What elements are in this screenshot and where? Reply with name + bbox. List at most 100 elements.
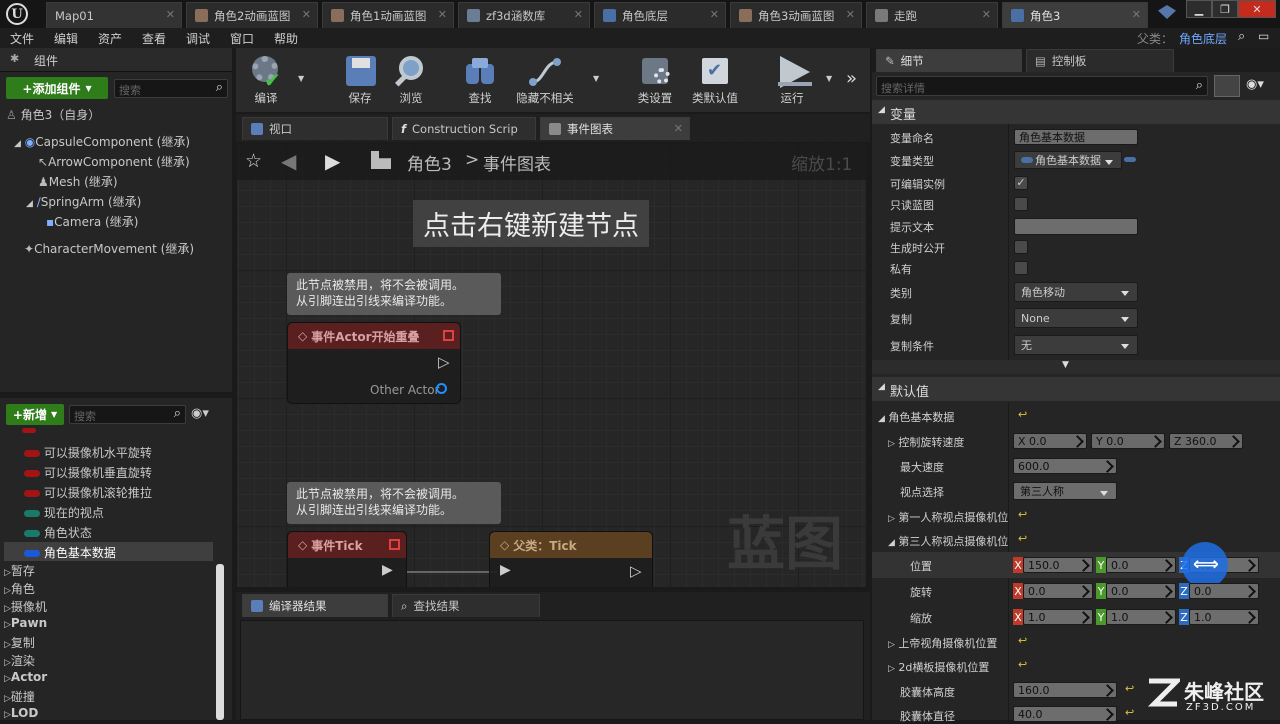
variable-item[interactable]: 现在的视点 [24, 504, 104, 521]
tab-anim-bp-3[interactable]: 角色3动画蓝图 ✕ [730, 2, 862, 28]
tab-anim-bp-1[interactable]: 角色1动画蓝图 ✕ [322, 2, 454, 28]
class-settings-button[interactable]: 类设置 [625, 50, 685, 110]
reset-to-default-icon[interactable]: ↩ [1125, 706, 1134, 719]
scale-z-input[interactable]: 1.0 [1189, 609, 1259, 625]
scale-y-input[interactable]: 1.0 [1106, 609, 1176, 625]
restore-button[interactable]: ❐ [1212, 0, 1238, 18]
tab-anim-bp-2[interactable]: 角色2动画蓝图 ✕ [186, 2, 318, 28]
component-movement[interactable]: ✦CharacterMovement (继承) [24, 240, 194, 257]
eye-icon[interactable]: ◉▾ [1246, 77, 1264, 92]
class-defaults-button[interactable]: ✔ 类默认值 [685, 50, 745, 110]
close-icon[interactable]: ✕ [710, 8, 719, 21]
var-name-input[interactable]: 角色基本数据 [1014, 129, 1138, 145]
tab-find-results[interactable]: ⌕ 查找结果 [392, 594, 540, 617]
close-icon[interactable]: ✕ [302, 8, 311, 21]
tab-map01[interactable]: Map01 ✕ [46, 2, 182, 28]
grid-view-icon[interactable] [1214, 75, 1240, 97]
exec-pin-icon[interactable]: ▷ [438, 353, 450, 371]
rotation-rate-y[interactable]: Y 0.0 [1091, 433, 1165, 449]
expand-arrow-icon[interactable]: ▷ [888, 514, 895, 524]
tab-function-library[interactable]: zf3d涵数库 ✕ [458, 2, 590, 28]
tab-palette[interactable]: ▤ 控制板 [1026, 49, 1174, 72]
tab-event-graph[interactable]: 事件图表 ✕ [540, 117, 690, 140]
exec-out-pin-icon[interactable]: ▷ [630, 562, 642, 580]
capsule-height-input[interactable]: 160.0 [1013, 682, 1117, 698]
section-default-value[interactable]: ◢ 默认值 [872, 377, 1280, 401]
event-begin-overlap-node[interactable]: ◇ 事件Actor开始重叠 ▷ Other Actor [287, 322, 461, 404]
expand-arrow-icon[interactable]: ▷ [888, 664, 895, 674]
category-item[interactable]: ▷Actor [4, 670, 47, 684]
var-type-dropdown[interactable]: 角色基本数据 [1014, 151, 1122, 169]
details-search-input[interactable]: 搜索详情 ⌕ [876, 76, 1208, 96]
forward-arrow-icon[interactable]: ▶ [325, 149, 340, 173]
menu-asset[interactable]: 资产 [98, 30, 122, 47]
object-pin-icon[interactable] [436, 383, 447, 394]
variable-item[interactable]: 角色状态 [24, 524, 92, 541]
add-new-button[interactable]: +新增 ▼ [6, 404, 64, 425]
expose-on-spawn-checkbox[interactable] [1014, 240, 1028, 254]
event-graph-canvas[interactable]: ☆ ◀ ▶ 角色3 > 事件图表 缩放1:1 点击右键新建节点 蓝图 此节点被禁… [237, 142, 866, 587]
parent-class-link[interactable]: 角色底层 [1179, 30, 1227, 47]
close-icon[interactable]: ✕ [166, 8, 175, 21]
browse-button[interactable]: 浏览 [381, 50, 441, 110]
reset-to-default-icon[interactable]: ↩ [1018, 408, 1027, 421]
scrollbar-thumb[interactable] [216, 564, 224, 720]
expand-arrow-icon[interactable]: ▷ [888, 439, 895, 449]
rotation-y-input[interactable]: 0.0 [1106, 583, 1176, 599]
component-camera[interactable]: ▪Camera (继承) [46, 213, 138, 230]
compile-button[interactable]: ✔ 编译 [236, 50, 296, 110]
component-arrow[interactable]: ↖ArrowComponent (继承) [38, 153, 190, 170]
reset-to-default-icon[interactable]: ↩ [1018, 508, 1027, 521]
section-variable[interactable]: ◢ 变量 [872, 100, 1280, 124]
eye-icon[interactable]: ◉▾ [191, 406, 209, 421]
close-icon[interactable]: ✕ [574, 8, 583, 21]
rotation-z-input[interactable]: 0.0 [1189, 583, 1259, 599]
location-y-input[interactable]: 0.0 [1106, 557, 1176, 573]
tab-walk-run[interactable]: 走跑 ✕ [866, 2, 998, 28]
find-button[interactable]: 查找 [450, 50, 510, 110]
category-item[interactable]: ▷LOD [4, 706, 38, 720]
tab-viewport[interactable]: 视口 [242, 117, 388, 140]
close-icon[interactable]: ✕ [1132, 8, 1141, 21]
close-icon[interactable]: ✕ [846, 8, 855, 21]
variable-item[interactable]: 可以摄像机垂直旋转 [24, 464, 152, 481]
star-icon[interactable]: ☆ [245, 150, 262, 172]
category-item[interactable]: ▷碰撞 [4, 688, 35, 705]
rotation-x-input[interactable]: 0.0 [1023, 583, 1093, 599]
reset-to-default-icon[interactable]: ↩ [1125, 682, 1134, 695]
minimize-button[interactable]: ▁ [1186, 0, 1212, 18]
tab-character-base[interactable]: 角色底层 ✕ [594, 2, 726, 28]
parent-tick-node[interactable]: ◇ 父类：Tick ▶ ▷ [489, 531, 653, 587]
tooltip-input[interactable] [1014, 218, 1138, 235]
delegate-pin-icon[interactable] [443, 330, 454, 341]
category-item[interactable]: ▷摄像机 [4, 598, 47, 615]
reset-to-default-icon[interactable]: ↩ [1018, 634, 1027, 647]
collapse-arrow-icon[interactable]: ◢ [888, 538, 895, 548]
play-button[interactable]: 运行 [762, 50, 822, 110]
chevron-down-icon[interactable]: ▼ [298, 74, 304, 83]
hide-unrelated-button[interactable]: 隐藏不相关 [510, 50, 580, 110]
category-item[interactable]: ▷Pawn [4, 616, 47, 630]
replication-dropdown[interactable]: None [1014, 308, 1138, 328]
category-item[interactable]: ▷角色 [4, 580, 35, 597]
rotation-rate-z[interactable]: Z 360.0 [1169, 433, 1243, 449]
menu-file[interactable]: 文件 [10, 30, 34, 47]
tab-details[interactable]: ✎ 细节 [876, 49, 1022, 72]
tab-compiler-results[interactable]: 编译器结果 [242, 594, 388, 617]
category-dropdown[interactable]: 角色移动 [1014, 282, 1138, 302]
tab-character-3[interactable]: 角色3 ✕ [1002, 2, 1148, 28]
category-item[interactable]: ▷暂存 [4, 562, 35, 579]
view-select-dropdown[interactable]: 第三人称 [1013, 482, 1117, 500]
search-icon[interactable]: ⌕ [1238, 29, 1245, 44]
rotation-rate-x[interactable]: X 0.0 [1013, 433, 1087, 449]
close-icon[interactable]: ✕ [438, 8, 447, 21]
delegate-pin-icon[interactable] [389, 539, 400, 550]
variable-item[interactable]: 可以摄像机水平旋转 [24, 444, 152, 461]
private-checkbox[interactable] [1014, 261, 1028, 275]
collapse-arrow-icon[interactable]: ◢ [878, 414, 885, 424]
chevron-down-icon[interactable]: ▼ [593, 74, 599, 83]
toolbar-overflow-icon[interactable]: » [846, 68, 857, 89]
close-window-button[interactable]: ✕ [1238, 0, 1276, 18]
variable-item-selected[interactable]: 角色基本数据 [24, 544, 116, 561]
blueprint-readonly-checkbox[interactable] [1014, 197, 1028, 211]
